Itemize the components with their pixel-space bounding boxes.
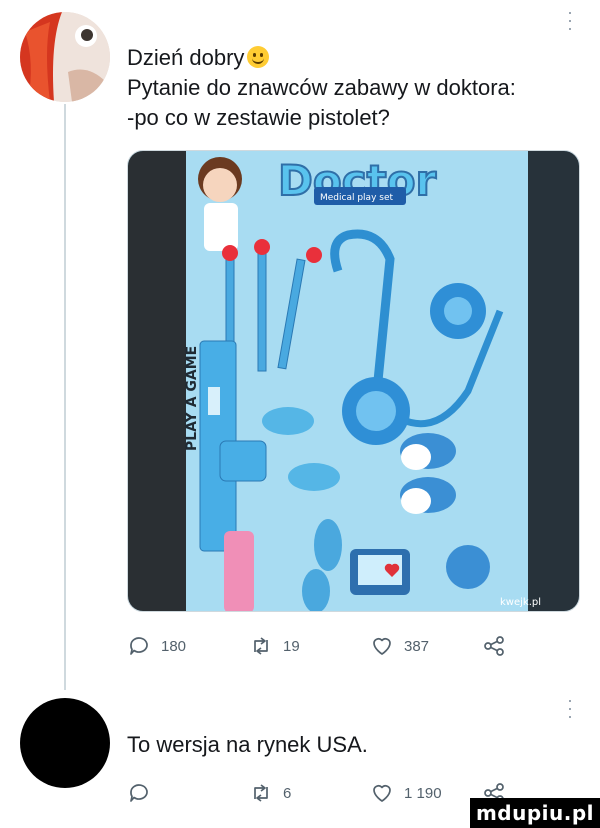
reply-icon bbox=[130, 784, 148, 802]
reply-count: 180 bbox=[161, 637, 187, 655]
like-button[interactable]: 1 190 bbox=[370, 781, 442, 805]
avatar[interactable] bbox=[20, 698, 110, 788]
like-icon bbox=[373, 785, 391, 802]
tweet-text: To wersja na rynek USA. bbox=[127, 732, 368, 757]
reply-button[interactable]: 180 bbox=[127, 634, 186, 658]
like-count: 1 190 bbox=[404, 784, 442, 802]
reply-button[interactable] bbox=[127, 781, 151, 805]
share-icon bbox=[484, 636, 504, 656]
retweet-button[interactable]: 19 bbox=[249, 634, 300, 658]
tweet-actions: 6 1 190 bbox=[127, 781, 527, 811]
tweet-text: Dzień dobry Pytanie do znawców zabawy w … bbox=[127, 43, 567, 133]
retweet-icon bbox=[254, 637, 268, 655]
tweet-photo[interactable]: Doctor Medical play set PLAY A GAME kwej… bbox=[127, 150, 580, 612]
more-icon[interactable]: · · · bbox=[567, 691, 573, 725]
retweet-icon bbox=[254, 784, 268, 802]
emoji-icon bbox=[247, 46, 270, 68]
avatar[interactable] bbox=[20, 12, 110, 102]
retweet-count: 19 bbox=[283, 637, 300, 655]
tweet-actions: 180 19 387 bbox=[127, 634, 527, 664]
box-subtitle: Medical play set bbox=[320, 193, 393, 203]
like-icon bbox=[373, 638, 391, 655]
image-source: kwejk.pl bbox=[500, 597, 541, 608]
side-text: PLAY A GAME bbox=[184, 346, 200, 451]
tweet-line: Pytanie do znawców zabawy w doktora: bbox=[127, 75, 516, 100]
site-watermark: mdupiu.pl bbox=[470, 798, 600, 828]
more-icon[interactable]: · · · bbox=[567, 3, 573, 37]
reply-icon bbox=[130, 637, 148, 655]
like-button[interactable]: 387 bbox=[370, 634, 429, 658]
like-count: 387 bbox=[404, 637, 430, 655]
retweet-button[interactable]: 6 bbox=[249, 781, 291, 805]
share-button[interactable] bbox=[482, 634, 506, 658]
tweet-line: -po co w zestawie pistolet? bbox=[127, 105, 390, 130]
thread-connector bbox=[64, 104, 66, 690]
retweet-count: 6 bbox=[283, 784, 292, 802]
tweet-line: Dzień dobry bbox=[127, 43, 567, 73]
